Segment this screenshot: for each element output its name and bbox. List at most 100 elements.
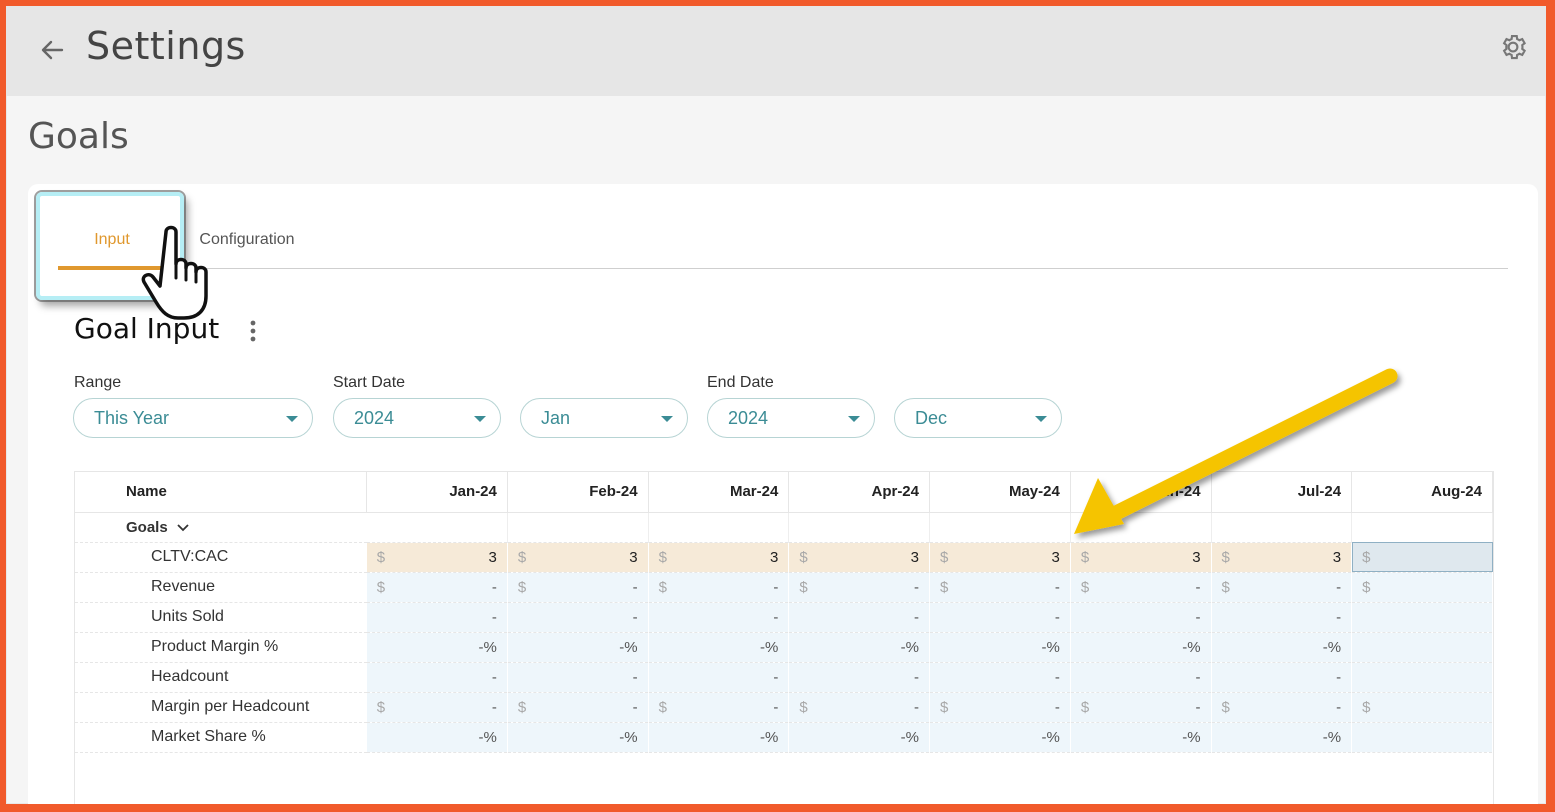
column-header-month[interactable]: Aug-24 bbox=[1351, 472, 1493, 513]
goal-value-cell[interactable]: - bbox=[929, 602, 1071, 633]
cell-value: -% bbox=[1322, 728, 1342, 746]
goal-value-cell[interactable]: - bbox=[507, 662, 649, 693]
row-label: Revenue bbox=[75, 572, 367, 603]
goal-value-cell[interactable] bbox=[1351, 662, 1493, 693]
goal-value-cell[interactable]: $3 bbox=[1070, 542, 1212, 573]
cell-value: -% bbox=[1322, 638, 1342, 656]
goal-value-cell[interactable]: - bbox=[929, 662, 1071, 693]
goal-value-cell[interactable]: $ - bbox=[1211, 692, 1353, 723]
goal-value-cell[interactable]: $3 bbox=[366, 542, 508, 573]
kebab-icon[interactable] bbox=[246, 318, 260, 344]
goal-value-cell[interactable]: $ - bbox=[507, 692, 649, 723]
cell-value: - bbox=[914, 668, 919, 686]
range-select[interactable]: This Year bbox=[73, 398, 313, 438]
cell-value: - bbox=[491, 698, 497, 716]
goal-value-cell[interactable]: -% bbox=[1211, 722, 1353, 753]
goal-value-cell[interactable]: - bbox=[366, 602, 508, 633]
goal-value-cell[interactable]: $ bbox=[1351, 542, 1493, 573]
cell-value: - bbox=[773, 578, 779, 596]
cell-value: - bbox=[1336, 578, 1342, 596]
tab-input[interactable]: Input bbox=[58, 214, 166, 270]
cell-value: 3 bbox=[910, 548, 919, 566]
goal-value-cell[interactable]: $ - bbox=[366, 692, 508, 723]
goal-value-cell[interactable]: -% bbox=[1070, 632, 1212, 663]
cell-value: - bbox=[491, 608, 497, 626]
goal-value-cell[interactable]: -% bbox=[929, 722, 1071, 753]
goal-value-cell[interactable]: $3 bbox=[507, 542, 649, 573]
cell-value: - bbox=[1195, 698, 1201, 716]
caret-down-icon bbox=[661, 416, 673, 422]
goal-value-cell[interactable]: -% bbox=[366, 632, 508, 663]
goal-value-cell[interactable]: - bbox=[788, 662, 930, 693]
tab-configuration[interactable]: Configuration bbox=[192, 214, 302, 268]
goal-value-cell[interactable]: -% bbox=[1211, 632, 1353, 663]
goal-value-cell[interactable]: $ - bbox=[1070, 572, 1212, 603]
start-year-select[interactable]: 2024 bbox=[333, 398, 501, 438]
cell-value: -% bbox=[478, 728, 497, 746]
cell-value: - bbox=[1336, 698, 1342, 716]
end-month-select[interactable]: Dec bbox=[894, 398, 1062, 438]
cell-value: - bbox=[1336, 608, 1342, 626]
chevron-down-icon[interactable] bbox=[176, 523, 190, 533]
goal-value-cell[interactable]: $ - bbox=[1211, 572, 1353, 603]
goal-value-cell[interactable]: $ - bbox=[929, 572, 1071, 603]
goal-value-cell[interactable] bbox=[1351, 602, 1493, 633]
goal-value-cell[interactable] bbox=[1351, 632, 1493, 663]
goal-value-cell[interactable]: - bbox=[366, 662, 508, 693]
goal-value-cell[interactable]: - bbox=[1070, 662, 1212, 693]
column-header-month[interactable]: Jul-24 bbox=[1211, 472, 1353, 513]
goal-value-cell[interactable]: -% bbox=[788, 722, 930, 753]
cell-value: - bbox=[632, 698, 638, 716]
goal-value-cell[interactable] bbox=[1351, 722, 1493, 753]
goal-value-cell[interactable]: - bbox=[648, 602, 790, 633]
column-header-month[interactable]: Apr-24 bbox=[788, 472, 930, 513]
goal-input-title: Goal Input bbox=[74, 312, 220, 345]
cell-value: - bbox=[914, 698, 919, 716]
goal-value-cell[interactable]: $ - bbox=[507, 572, 649, 603]
end-year-select[interactable]: 2024 bbox=[707, 398, 875, 438]
goal-value-cell[interactable]: $ - bbox=[366, 572, 508, 603]
goal-value-cell[interactable]: - bbox=[1070, 602, 1212, 633]
goal-value-cell[interactable]: $ bbox=[1351, 692, 1493, 723]
goal-value-cell[interactable]: -% bbox=[507, 632, 649, 663]
goal-value-cell[interactable]: $3 bbox=[788, 542, 930, 573]
goal-value-cell[interactable]: $ - bbox=[648, 692, 790, 723]
goal-value-cell[interactable]: - bbox=[1211, 662, 1353, 693]
goal-value-cell[interactable]: $3 bbox=[1211, 542, 1353, 573]
goal-value-cell[interactable]: - bbox=[1211, 602, 1353, 633]
goal-value-cell[interactable]: $3 bbox=[929, 542, 1071, 573]
group-row: Goals bbox=[75, 512, 1493, 543]
empty-cell bbox=[929, 512, 1071, 543]
column-header-name[interactable]: Name bbox=[75, 472, 368, 513]
goal-value-cell[interactable]: $3 bbox=[648, 542, 790, 573]
goal-value-cell[interactable]: $ - bbox=[929, 692, 1071, 723]
goal-value-cell[interactable]: -% bbox=[788, 632, 930, 663]
goal-value-cell[interactable]: -% bbox=[366, 722, 508, 753]
goal-value-cell[interactable]: - bbox=[788, 602, 930, 633]
goal-value-cell[interactable]: - bbox=[648, 662, 790, 693]
goal-value-cell[interactable]: $ - bbox=[788, 692, 930, 723]
goal-value-cell[interactable]: $ - bbox=[1070, 692, 1212, 723]
goal-value-cell[interactable]: $ - bbox=[648, 572, 790, 603]
column-header-month[interactable]: Jun-24 bbox=[1070, 472, 1212, 513]
goal-value-cell[interactable]: $ bbox=[1351, 572, 1493, 603]
arrow-left-icon[interactable] bbox=[36, 34, 68, 66]
goal-value-cell[interactable]: -% bbox=[507, 722, 649, 753]
goal-value-cell[interactable]: - bbox=[507, 602, 649, 633]
currency-symbol: $ bbox=[1362, 548, 1371, 566]
column-header-month[interactable]: Jan-24 bbox=[366, 472, 508, 513]
goal-value-cell[interactable]: -% bbox=[929, 632, 1071, 663]
column-header-month[interactable]: May-24 bbox=[929, 472, 1071, 513]
goal-value-cell[interactable]: -% bbox=[1070, 722, 1212, 753]
goal-value-cell[interactable]: $ - bbox=[788, 572, 930, 603]
gear-icon[interactable] bbox=[1498, 32, 1528, 62]
goal-value-cell[interactable]: -% bbox=[648, 722, 790, 753]
table-row: Units Sold - - - - - - - bbox=[75, 602, 1493, 633]
start-month-select[interactable]: Jan bbox=[520, 398, 688, 438]
column-header-month[interactable]: Mar-24 bbox=[648, 472, 790, 513]
goals-table: Name Jan-24 Feb-24 Mar-24 Apr-24 May-24 Jun-24… bbox=[75, 472, 1493, 753]
cell-value: -% bbox=[478, 638, 497, 656]
group-toggle[interactable]: Goals bbox=[75, 512, 367, 543]
goal-value-cell[interactable]: -% bbox=[648, 632, 790, 663]
column-header-month[interactable]: Feb-24 bbox=[507, 472, 649, 513]
